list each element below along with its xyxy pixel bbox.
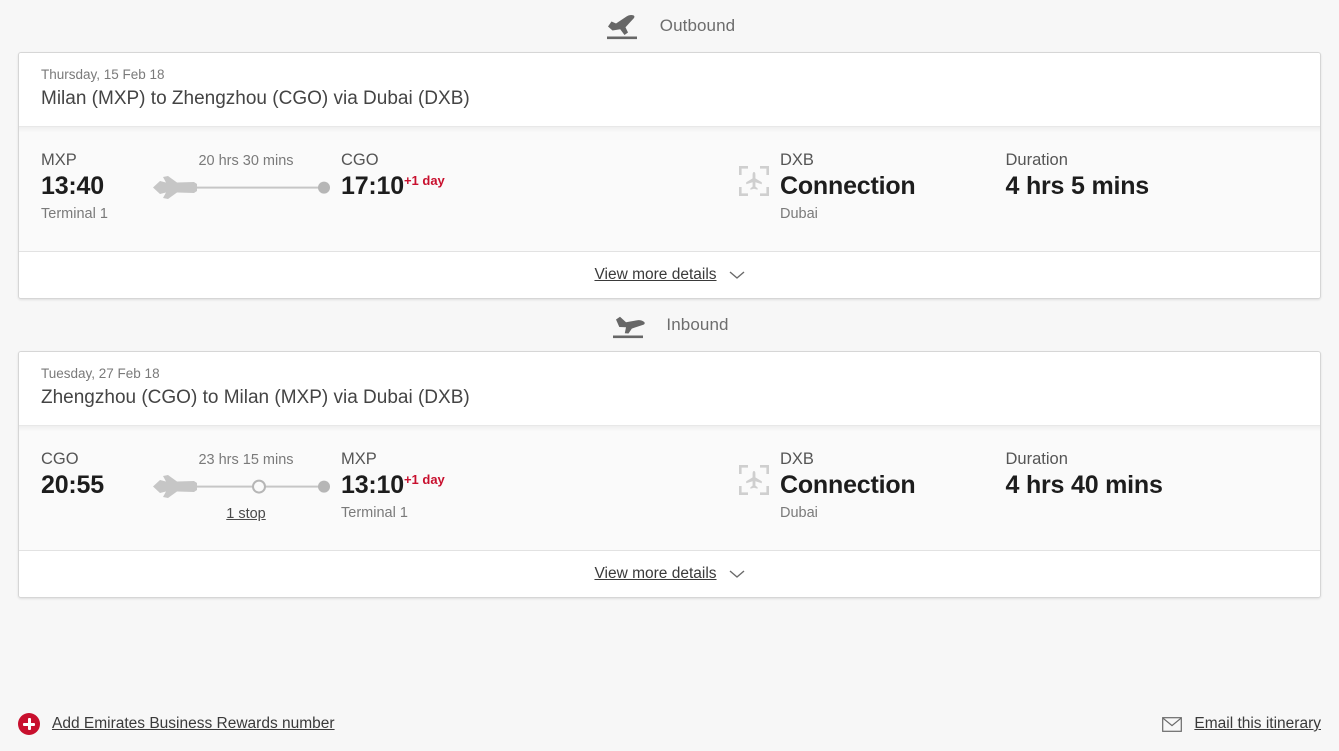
journey-duration: 20 hrs 30 mins [198, 153, 294, 169]
flight-card-inbound: Tuesday, 27 Feb 18 Zhengzhou (CGO) to Mi… [18, 351, 1321, 598]
route-line [151, 470, 341, 504]
route-line [151, 171, 341, 205]
section-heading-inbound: Inbound [0, 299, 1339, 351]
arrival-block: MXP 13:10 +1 day Terminal 1 [341, 448, 521, 524]
departure-airport-code: MXP [41, 151, 77, 169]
section-heading-label: Outbound [659, 16, 736, 35]
add-rewards-number-label: Add Emirates Business Rewards number [52, 715, 335, 732]
flight-date: Thursday, 15 Feb 18 [41, 67, 165, 82]
section-heading-label: Inbound [666, 315, 729, 334]
departure-block: CGO 20:55 [41, 448, 151, 502]
duration-label: Duration [1005, 151, 1068, 169]
arrival-time: 13:10 [341, 471, 404, 499]
connection-city: Dubai [780, 206, 818, 222]
stops-label[interactable]: 1 stop [226, 504, 266, 524]
flight-card-outbound: Thursday, 15 Feb 18 Milan (MXP) to Zheng… [18, 52, 1321, 299]
departure-time: 13:40 [41, 172, 104, 200]
flight-transfer-icon [736, 462, 772, 498]
route-graphic-block: 23 hrs 15 mins 1 stop [151, 450, 341, 524]
connection-duration-block: Duration 4 hrs 5 mins [1006, 149, 1150, 201]
route-graphic-block: 20 hrs 30 mins [151, 151, 341, 223]
arrival-airport-code: CGO [341, 151, 379, 169]
journey-duration: 23 hrs 15 mins [198, 452, 294, 468]
arrival-day-offset: +1 day [403, 173, 445, 188]
flight-route: Zhengzhou (CGO) to Milan (MXP) via Dubai… [41, 387, 470, 408]
add-rewards-number-button[interactable]: Add Emirates Business Rewards number [18, 713, 335, 735]
arrival-airport-code: MXP [341, 450, 377, 468]
view-more-details-label: View more details [594, 266, 717, 283]
connection-duration-block: Duration 4 hrs 40 mins [1006, 448, 1163, 500]
envelope-icon [1162, 716, 1183, 732]
card-header: Tuesday, 27 Feb 18 Zhengzhou (CGO) to Mi… [19, 352, 1320, 426]
email-itinerary-button[interactable]: Email this itinerary [1162, 715, 1321, 733]
view-more-details-button[interactable]: View more details [19, 550, 1320, 597]
flight-transfer-icon [736, 163, 772, 199]
card-body: MXP 13:40 Terminal 1 20 hrs 30 mins CGO … [19, 127, 1320, 251]
connection-title: Connection [780, 471, 916, 499]
connection-city: Dubai [780, 505, 818, 521]
duration-value: 4 hrs 40 mins [1005, 471, 1163, 499]
arrival-block: CGO 17:10 +1 day [341, 149, 521, 203]
email-itinerary-label: Email this itinerary [1194, 715, 1321, 732]
departure-time: 20:55 [41, 471, 104, 499]
connection-airport-code: DXB [780, 151, 814, 169]
plane-landing-icon [610, 310, 652, 340]
connection-block: DXB Connection Dubai [736, 149, 916, 225]
card-header: Thursday, 15 Feb 18 Milan (MXP) to Zheng… [19, 53, 1320, 127]
arrival-time: 17:10 [341, 172, 404, 200]
bottom-action-bar: Add Emirates Business Rewards number Ema… [0, 697, 1339, 751]
view-more-details-button[interactable]: View more details [19, 251, 1320, 298]
view-more-details-label: View more details [594, 565, 717, 582]
arrival-terminal: Terminal 1 [341, 505, 408, 521]
card-body: CGO 20:55 23 hrs 15 mins 1 stop MXP 13:1… [19, 426, 1320, 550]
departure-block: MXP 13:40 Terminal 1 [41, 149, 151, 225]
connection-title: Connection [780, 172, 916, 200]
chevron-down-icon [729, 270, 745, 280]
arrival-day-offset: +1 day [403, 472, 445, 487]
duration-label: Duration [1005, 450, 1068, 468]
flight-route: Milan (MXP) to Zhengzhou (CGO) via Dubai… [41, 88, 470, 109]
departure-terminal: Terminal 1 [41, 206, 108, 222]
connection-airport-code: DXB [780, 450, 814, 468]
flight-date: Tuesday, 27 Feb 18 [41, 366, 160, 381]
plus-circle-icon [18, 713, 40, 735]
section-heading-outbound: Outbound [0, 0, 1339, 52]
chevron-down-icon [729, 569, 745, 579]
departure-airport-code: CGO [41, 450, 79, 468]
duration-value: 4 hrs 5 mins [1005, 172, 1150, 200]
connection-block: DXB Connection Dubai [736, 448, 916, 524]
plane-takeoff-icon [604, 11, 646, 41]
